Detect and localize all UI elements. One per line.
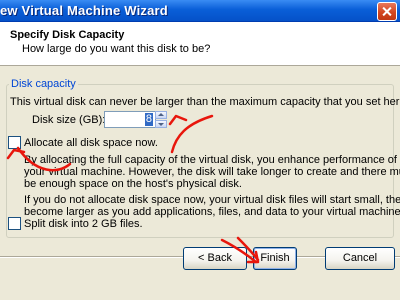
allocate-all-label[interactable]: Allocate all disk space now. <box>24 137 158 149</box>
no-alloc-line2: become larger as you add applications, f… <box>24 206 400 218</box>
window-title: ew Virtual Machine Wizard <box>0 3 168 18</box>
wizard-header: Specify Disk Capacity How large do you w… <box>0 22 400 66</box>
allocate-desc-line1: By allocating the full capacity of the v… <box>24 154 397 166</box>
spin-up-icon[interactable] <box>155 111 167 119</box>
finish-button[interactable]: Finish <box>253 247 297 270</box>
allocate-desc-line2: your virtual machine. However, the disk … <box>24 166 400 178</box>
group-legend: Disk capacity <box>9 78 78 90</box>
split-disk-checkbox[interactable] <box>8 217 21 230</box>
back-button[interactable]: < Back <box>183 247 247 270</box>
page-subtitle: How large do you want this disk to be? <box>22 43 211 55</box>
cancel-button[interactable]: Cancel <box>325 247 395 270</box>
allocate-all-checkbox[interactable] <box>8 136 21 149</box>
spin-down-icon[interactable] <box>155 120 167 128</box>
title-bar: ew Virtual Machine Wizard <box>0 0 400 22</box>
disk-size-label: Disk size (GB): <box>32 114 106 126</box>
no-alloc-line1: If you do not allocate disk space now, y… <box>24 194 400 206</box>
split-disk-label[interactable]: Split disk into 2 GB files. <box>24 218 143 230</box>
allocate-desc-line3: be enough space on the host's physical d… <box>24 178 242 190</box>
close-icon[interactable] <box>377 2 397 21</box>
page-title: Specify Disk Capacity <box>10 29 125 41</box>
disk-size-stepper[interactable] <box>155 111 167 128</box>
capacity-intro: This virtual disk can never be larger th… <box>10 96 400 108</box>
disk-size-value: 8 <box>144 113 153 126</box>
disk-size-input[interactable]: 8 <box>104 111 156 128</box>
